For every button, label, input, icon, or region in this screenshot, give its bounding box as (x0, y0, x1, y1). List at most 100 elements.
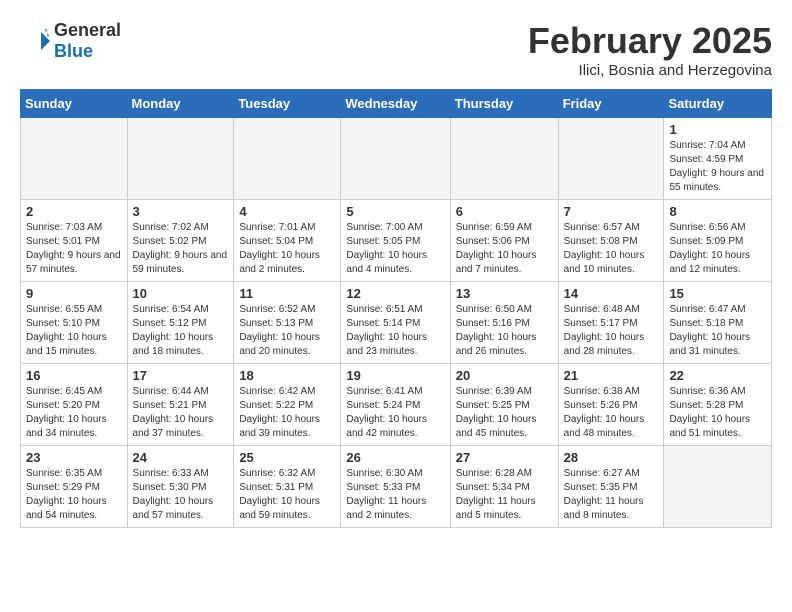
calendar-day: 4Sunrise: 7:01 AM Sunset: 5:04 PM Daylig… (234, 200, 341, 282)
day-number: 10 (133, 286, 229, 301)
calendar-day (21, 118, 128, 200)
day-info: Sunrise: 6:51 AM Sunset: 5:14 PM Dayligh… (346, 303, 444, 359)
calendar-day: 19 Sunrise: 6:41 AM Sunset: 5:24 PM Dayli… (341, 364, 450, 446)
day-number: 7 (564, 204, 659, 219)
location: Ilici, Bosnia and Herzegovina (528, 62, 772, 79)
weekday-header: Tuesday (234, 90, 341, 118)
calendar-day: 26Sunrise: 6:30 AM Sunset: 5:33 PM Dayli… (341, 446, 450, 528)
day-info: Sunrise: 6:45 AM Sunset: 5:20 PM Dayligh… (26, 385, 122, 441)
day-number: 16 (26, 368, 122, 383)
day-number: 28 (564, 450, 659, 465)
calendar-day: 1 Sunrise: 7:04 AM Sunset: 4:59 PM Daylig… (664, 118, 772, 200)
calendar-day: 21 Sunrise: 6:38 AM Sunset: 5:26 PM Dayli… (558, 364, 664, 446)
calendar-week: 1 Sunrise: 7:04 AM Sunset: 4:59 PM Daylig… (21, 118, 772, 200)
calendar-day: 7 Sunrise: 6:57 AM Sunset: 5:08 PM Daylig… (558, 200, 664, 282)
title-block: February 2025 Ilici, Bosnia and Herzegov… (528, 20, 772, 79)
day-number: 17 (133, 368, 229, 383)
calendar-day: 8 Sunrise: 6:56 AM Sunset: 5:09 PM Daylig… (664, 200, 772, 282)
day-info: Sunrise: 6:38 AM Sunset: 5:26 PM Dayligh… (564, 385, 659, 441)
day-number: 5 (346, 204, 444, 219)
day-number: 21 (564, 368, 659, 383)
calendar-week: 2 Sunrise: 7:03 AM Sunset: 5:01 PM Daylig… (21, 200, 772, 282)
day-info: Sunrise: 6:54 AM Sunset: 5:12 PM Dayligh… (133, 303, 229, 359)
day-info: Sunrise: 6:48 AM Sunset: 5:17 PM Dayligh… (564, 303, 659, 359)
day-number: 15 (669, 286, 766, 301)
day-number: 8 (669, 204, 766, 219)
day-info: Sunrise: 6:33 AM Sunset: 5:30 PM Dayligh… (133, 467, 229, 523)
day-number: 23 (26, 450, 122, 465)
calendar-week: 16 Sunrise: 6:45 AM Sunset: 5:20 PM Dayli… (21, 364, 772, 446)
day-info: Sunrise: 6:36 AM Sunset: 5:28 PM Dayligh… (669, 385, 766, 441)
calendar-day: 9 Sunrise: 6:55 AM Sunset: 5:10 PM Daylig… (21, 282, 128, 364)
calendar-day: 28Sunrise: 6:27 AM Sunset: 5:35 PM Dayli… (558, 446, 664, 528)
day-number: 13 (456, 286, 553, 301)
calendar-day: 13 Sunrise: 6:50 AM Sunset: 5:16 PM Dayli… (450, 282, 558, 364)
calendar-day: 3Sunrise: 7:02 AM Sunset: 5:02 PM Daylig… (127, 200, 234, 282)
day-info: Sunrise: 6:59 AM Sunset: 5:06 PM Dayligh… (456, 221, 553, 277)
day-info: Sunrise: 6:52 AM Sunset: 5:13 PM Dayligh… (239, 303, 335, 359)
calendar-day: 23 Sunrise: 6:35 AM Sunset: 5:29 PM Dayli… (21, 446, 128, 528)
day-number: 6 (456, 204, 553, 219)
day-number: 11 (239, 286, 335, 301)
weekday-header: Sunday (21, 90, 128, 118)
calendar-day (127, 118, 234, 200)
calendar-day: 2 Sunrise: 7:03 AM Sunset: 5:01 PM Daylig… (21, 200, 128, 282)
day-info: Sunrise: 6:47 AM Sunset: 5:18 PM Dayligh… (669, 303, 766, 359)
day-info: Sunrise: 6:55 AM Sunset: 5:10 PM Dayligh… (26, 303, 122, 359)
weekday-row: SundayMondayTuesdayWednesdayThursdayFrid… (21, 90, 772, 118)
day-number: 3 (133, 204, 229, 219)
calendar-day: 24Sunrise: 6:33 AM Sunset: 5:30 PM Dayli… (127, 446, 234, 528)
day-info: Sunrise: 6:56 AM Sunset: 5:09 PM Dayligh… (669, 221, 766, 277)
calendar-table: SundayMondayTuesdayWednesdayThursdayFrid… (20, 89, 772, 528)
calendar-day: 12 Sunrise: 6:51 AM Sunset: 5:14 PM Dayli… (341, 282, 450, 364)
calendar-day: 25 Sunrise: 6:32 AM Sunset: 5:31 PM Dayli… (234, 446, 341, 528)
calendar-day: 16 Sunrise: 6:45 AM Sunset: 5:20 PM Dayli… (21, 364, 128, 446)
calendar-week: 9 Sunrise: 6:55 AM Sunset: 5:10 PM Daylig… (21, 282, 772, 364)
day-info: Sunrise: 7:03 AM Sunset: 5:01 PM Dayligh… (26, 221, 122, 277)
calendar-week: 23 Sunrise: 6:35 AM Sunset: 5:29 PM Dayli… (21, 446, 772, 528)
calendar-day (664, 446, 772, 528)
day-number: 22 (669, 368, 766, 383)
calendar-day: 10 Sunrise: 6:54 AM Sunset: 5:12 PM Dayli… (127, 282, 234, 364)
calendar-body: 1 Sunrise: 7:04 AM Sunset: 4:59 PM Daylig… (21, 118, 772, 528)
day-info: Sunrise: 6:42 AM Sunset: 5:22 PM Dayligh… (239, 385, 335, 441)
day-number: 18 (239, 368, 335, 383)
calendar-header: SundayMondayTuesdayWednesdayThursdayFrid… (21, 90, 772, 118)
calendar-day: 17 Sunrise: 6:44 AM Sunset: 5:21 PM Dayli… (127, 364, 234, 446)
weekday-header: Saturday (664, 90, 772, 118)
day-number: 12 (346, 286, 444, 301)
month-title: February 2025 (528, 20, 772, 62)
day-number: 9 (26, 286, 122, 301)
day-info: Sunrise: 6:32 AM Sunset: 5:31 PM Dayligh… (239, 467, 335, 523)
day-info: Sunrise: 7:04 AM Sunset: 4:59 PM Dayligh… (669, 139, 766, 195)
day-number: 14 (564, 286, 659, 301)
day-info: Sunrise: 7:00 AM Sunset: 5:05 PM Dayligh… (346, 221, 444, 277)
weekday-header: Thursday (450, 90, 558, 118)
calendar-day: 18 Sunrise: 6:42 AM Sunset: 5:22 PM Dayli… (234, 364, 341, 446)
logo-text: General Blue (54, 20, 121, 62)
day-info: Sunrise: 6:28 AM Sunset: 5:34 PM Dayligh… (456, 467, 553, 523)
calendar-day (558, 118, 664, 200)
calendar-day: 11 Sunrise: 6:52 AM Sunset: 5:13 PM Dayli… (234, 282, 341, 364)
calendar-day: 5 Sunrise: 7:00 AM Sunset: 5:05 PM Daylig… (341, 200, 450, 282)
day-number: 19 (346, 368, 444, 383)
calendar-day: 22 Sunrise: 6:36 AM Sunset: 5:28 PM Dayli… (664, 364, 772, 446)
day-number: 20 (456, 368, 553, 383)
day-info: Sunrise: 6:41 AM Sunset: 5:24 PM Dayligh… (346, 385, 444, 441)
day-number: 25 (239, 450, 335, 465)
calendar-day: 27 Sunrise: 6:28 AM Sunset: 5:34 PM Dayli… (450, 446, 558, 528)
calendar-day (234, 118, 341, 200)
day-info: Sunrise: 6:50 AM Sunset: 5:16 PM Dayligh… (456, 303, 553, 359)
calendar-day: 6 Sunrise: 6:59 AM Sunset: 5:06 PM Daylig… (450, 200, 558, 282)
day-number: 1 (669, 122, 766, 137)
weekday-header: Friday (558, 90, 664, 118)
page-header: General Blue February 2025 Ilici, Bosnia… (20, 20, 772, 79)
day-info: Sunrise: 6:57 AM Sunset: 5:08 PM Dayligh… (564, 221, 659, 277)
day-number: 27 (456, 450, 553, 465)
day-number: 2 (26, 204, 122, 219)
day-info: Sunrise: 6:44 AM Sunset: 5:21 PM Dayligh… (133, 385, 229, 441)
day-number: 4 (239, 204, 335, 219)
calendar-day: 14 Sunrise: 6:48 AM Sunset: 5:17 PM Dayli… (558, 282, 664, 364)
day-info: Sunrise: 6:35 AM Sunset: 5:29 PM Dayligh… (26, 467, 122, 523)
calendar-day: 20Sunrise: 6:39 AM Sunset: 5:25 PM Dayli… (450, 364, 558, 446)
